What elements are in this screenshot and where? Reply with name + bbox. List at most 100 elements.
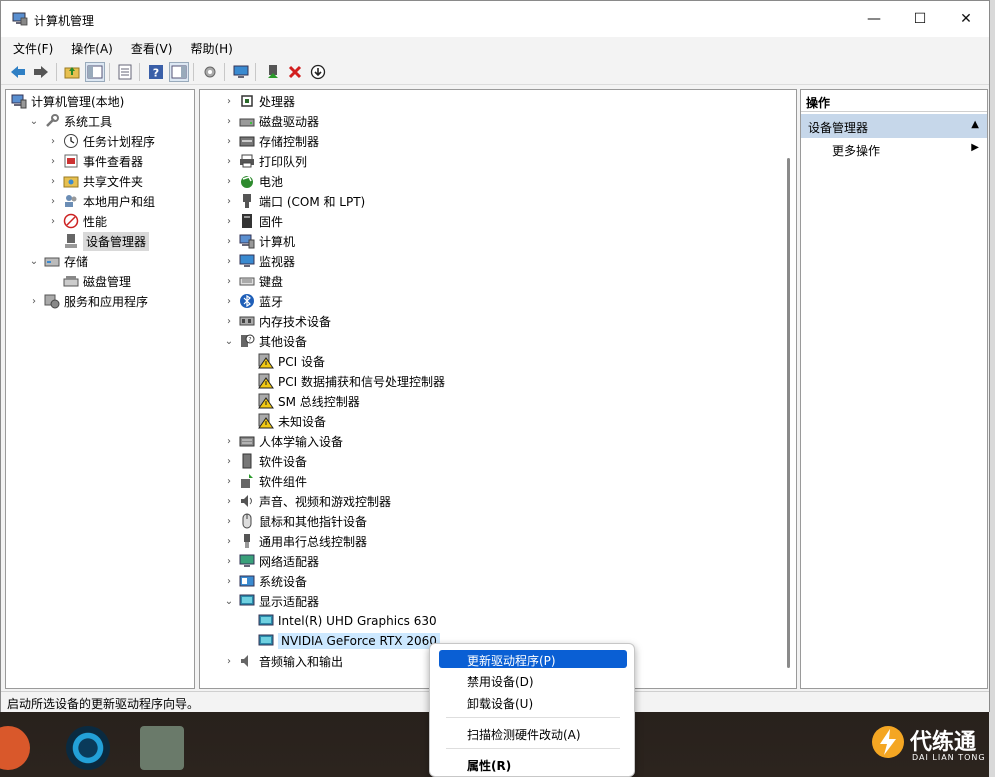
device-tree-item-row[interactable]: › 鼠标和其他指针设备 (222, 511, 367, 531)
device-tree-item-row[interactable]: › 通用串行总线控制器 (222, 531, 367, 551)
properties-button[interactable] (115, 62, 135, 82)
chevron-right-icon[interactable]: › (222, 234, 236, 248)
console-tree-item-row[interactable]: ⌄ 存储 (27, 251, 88, 271)
device-tree-item-row[interactable]: › 磁盘驱动器 (222, 111, 319, 131)
chevron-right-icon[interactable]: › (222, 314, 236, 328)
device-tree-item-row[interactable]: › 网络适配器 (222, 551, 319, 571)
chevron-right-icon[interactable]: › (46, 194, 60, 208)
chevron-right-icon[interactable]: › (222, 534, 236, 548)
vertical-scrollbar[interactable] (787, 158, 790, 668)
device-tree-item-row[interactable]: › 系统设备 (222, 571, 307, 591)
help-button[interactable]: ? (146, 62, 166, 82)
chevron-right-icon[interactable]: › (222, 274, 236, 288)
chevron-right-icon[interactable]: › (222, 114, 236, 128)
menu-view[interactable]: 查看(V) (119, 37, 179, 59)
chevron-down-icon[interactable]: ⌄ (222, 594, 236, 608)
device-tree-item-row[interactable]: ⌄? 其他设备 (222, 331, 307, 351)
menu-help[interactable]: 帮助(H) (178, 37, 238, 59)
device-tree-item-row[interactable]: NVIDIA GeForce RTX 2060 (241, 631, 440, 651)
chevron-right-icon[interactable]: › (222, 134, 236, 148)
uninstall-device-menu-item[interactable]: 卸载设备(U) (439, 693, 627, 711)
back-button[interactable] (8, 62, 28, 82)
chevron-right-icon[interactable]: › (222, 174, 236, 188)
console-tree-item-row[interactable]: › 服务和应用程序 (27, 291, 148, 311)
minimize-button[interactable]: — (851, 1, 897, 37)
chevron-right-icon[interactable]: › (222, 554, 236, 568)
device-tree-item-row[interactable]: SM 总线控制器 (241, 391, 360, 411)
device-tree-item-row[interactable]: › 蓝牙 (222, 291, 283, 311)
device-tree-item-row[interactable]: 未知设备 (241, 411, 326, 431)
console-tree-item-row[interactable]: ⌄ 系统工具 (27, 111, 112, 131)
chevron-right-icon[interactable]: › (222, 434, 236, 448)
device-tree-item-row[interactable]: › 存储控制器 (222, 131, 319, 151)
device-tree-item-row[interactable]: › 固件 (222, 211, 283, 231)
device-tree-item-row[interactable]: › 声音、视频和游戏控制器 (222, 491, 391, 511)
show-tree-button[interactable] (85, 62, 105, 82)
chevron-right-icon[interactable]: › (222, 154, 236, 168)
chevron-down-icon[interactable]: ⌄ (27, 254, 41, 268)
console-tree-item-row[interactable]: › 事件查看器 (46, 151, 143, 171)
device-tree-item-row[interactable]: › 处理器 (222, 91, 295, 111)
uninstall-toolbar-button[interactable] (285, 62, 305, 82)
device-tree-item-row[interactable]: › 内存技术设备 (222, 311, 331, 331)
chevron-down-icon[interactable]: ⌄ (27, 114, 41, 128)
device-tree-item-row[interactable]: PCI 数据捕获和信号处理控制器 (241, 371, 445, 391)
console-tree-item-row[interactable]: › 任务计划程序 (46, 131, 155, 151)
menu-file[interactable]: 文件(F) (1, 37, 59, 59)
device-tree-item-row[interactable]: › 电池 (222, 171, 283, 191)
actions-section-device-manager[interactable]: 设备管理器 ▲ (801, 114, 987, 138)
console-tree-item-row[interactable]: › 共享文件夹 (46, 171, 143, 191)
disable-toolbar-button[interactable] (308, 62, 328, 82)
console-tree-item-row[interactable]: › 本地用户和组 (46, 191, 155, 211)
chevron-right-icon[interactable]: › (46, 174, 60, 188)
device-tree-item-row[interactable]: Intel(R) UHD Graphics 630 (241, 611, 437, 631)
chevron-right-icon[interactable]: › (46, 214, 60, 228)
chevron-right-icon[interactable]: › (222, 194, 236, 208)
forward-button[interactable] (31, 62, 51, 82)
scan-hardware-menu-item[interactable]: 扫描检测硬件改动(A) (439, 724, 627, 742)
console-tree-item-row[interactable]: 计算机管理(本地) (8, 91, 124, 111)
scan-hardware-toolbar-button[interactable] (200, 62, 220, 82)
chevron-right-icon[interactable]: › (222, 514, 236, 528)
device-tree-item-row[interactable]: ⌄ 显示适配器 (222, 591, 319, 611)
device-tree-item-row[interactable]: › 软件设备 (222, 451, 307, 471)
more-actions-item[interactable]: 更多操作 (832, 142, 880, 159)
device-tree-item-row[interactable]: › 键盘 (222, 271, 283, 291)
up-level-button[interactable] (62, 62, 82, 82)
device-tree-item-row[interactable]: › 端口 (COM 和 LPT) (222, 191, 365, 211)
app-shortcut-icon[interactable] (66, 726, 110, 770)
console-tree-item-row[interactable]: 设备管理器 (46, 231, 150, 251)
properties-menu-item[interactable]: 属性(R) (439, 755, 627, 773)
device-tree-item-row[interactable]: › 打印队列 (222, 151, 307, 171)
chevron-right-icon[interactable]: › (222, 294, 236, 308)
device-tree-item-row[interactable]: › 计算机 (222, 231, 295, 251)
chevron-right-icon[interactable]: › (222, 454, 236, 468)
chevron-right-icon[interactable]: › (222, 574, 236, 588)
console-tree-item-row[interactable]: 磁盘管理 (46, 271, 131, 291)
chevron-right-icon[interactable]: › (222, 214, 236, 228)
chevron-down-icon[interactable]: ⌄ (222, 334, 236, 348)
chevron-right-icon[interactable]: › (222, 654, 236, 668)
device-tree-item-row[interactable]: › 软件组件 (222, 471, 307, 491)
chevron-right-icon[interactable]: › (27, 294, 41, 308)
show-action-pane-button[interactable] (169, 62, 189, 82)
disable-device-menu-item[interactable]: 禁用设备(D) (439, 671, 627, 689)
app-shortcut-icon[interactable] (140, 726, 184, 770)
monitor-toolbar-button[interactable] (231, 62, 251, 82)
chevron-right-icon[interactable]: › (222, 94, 236, 108)
menu-action[interactable]: 操作(A) (59, 37, 119, 59)
update-driver-menu-item[interactable]: 更新驱动程序(P) (439, 650, 627, 668)
device-tree-item-row[interactable]: › 音频输入和输出 (222, 651, 343, 671)
chevron-right-icon[interactable]: › (222, 254, 236, 268)
chevron-right-icon[interactable]: › (46, 154, 60, 168)
chevron-right-icon[interactable]: › (222, 474, 236, 488)
chevron-right-icon[interactable]: › (222, 494, 236, 508)
console-tree-item-row[interactable]: › 性能 (46, 211, 107, 231)
maximize-button[interactable]: ☐ (897, 1, 943, 37)
title-bar[interactable]: 计算机管理 — ☐ ✕ (1, 1, 989, 37)
close-button[interactable]: ✕ (943, 1, 989, 37)
device-tree-item-row[interactable]: PCI 设备 (241, 351, 325, 371)
update-driver-toolbar-button[interactable] (263, 62, 283, 82)
device-tree-item-row[interactable]: › 监视器 (222, 251, 295, 271)
chevron-right-icon[interactable]: › (46, 134, 60, 148)
